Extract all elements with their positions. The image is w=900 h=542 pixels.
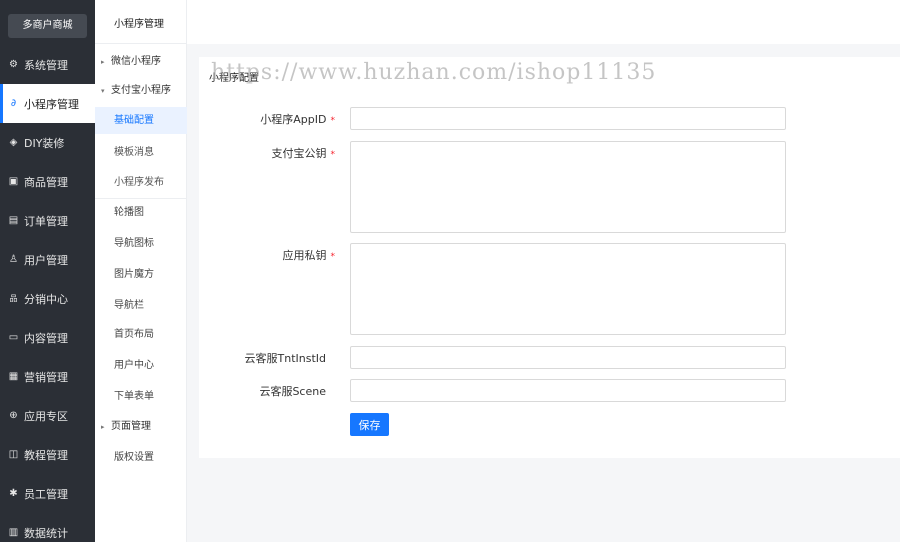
- tnt-label: 云客服TntInstId: [244, 352, 327, 365]
- user-icon: ♙: [9, 254, 18, 265]
- scene-label: 云客服Scene: [259, 385, 326, 398]
- save-button[interactable]: 保存: [350, 413, 389, 436]
- appid-input[interactable]: [350, 107, 786, 130]
- subnav-item-navbar[interactable]: 导航栏: [95, 292, 187, 319]
- appid-label: 小程序AppID *: [260, 113, 336, 126]
- book-icon: ◫: [8, 449, 19, 460]
- gear-icon: ⚙: [9, 59, 18, 70]
- caret-down-icon: ▾: [101, 87, 105, 95]
- sidebar-item-label: 应用专区: [24, 409, 68, 423]
- sidebar-item-users[interactable]: ♙ 用户管理: [0, 240, 95, 279]
- required-mark: *: [330, 252, 336, 262]
- sidebar-item-label: 教程管理: [24, 448, 68, 462]
- caret-right-icon: ▸: [101, 423, 105, 431]
- box-icon: ▣: [8, 176, 19, 187]
- subnav-item-user-center[interactable]: 用户中心: [95, 352, 187, 379]
- subnav-item-order-form[interactable]: 下单表单: [95, 383, 187, 410]
- subnav-group-pages[interactable]: ▸ 页面管理: [95, 413, 187, 440]
- subnav-item-publish[interactable]: 小程序发布: [95, 169, 187, 196]
- sidebar-item-system[interactable]: ⚙ 系统管理: [0, 45, 95, 84]
- app-privkey-textarea[interactable]: [350, 243, 786, 335]
- sidebar-item-content[interactable]: ▭ 内容管理: [0, 318, 95, 357]
- subnav-group-wechat[interactable]: ▸ 微信小程序: [95, 48, 187, 75]
- app-icon: ⊕: [9, 410, 18, 421]
- scene-input[interactable]: [350, 379, 786, 402]
- required-mark: *: [330, 116, 336, 126]
- required-mark: *: [330, 150, 336, 160]
- sidebar-item-miniprogram[interactable]: ∂ 小程序管理: [0, 84, 95, 123]
- sidebar-item-label: 内容管理: [24, 331, 68, 345]
- subnav-item-template-msg[interactable]: 模板消息: [95, 139, 187, 166]
- sidebar-item-staff[interactable]: ✱ 员工管理: [0, 474, 95, 513]
- alipay-pubkey-textarea[interactable]: [350, 141, 786, 233]
- secondary-sidebar: 小程序管理 ▸ 微信小程序 ▾ 支付宝小程序 基础配置 模板消息 小程序发布 轮播图…: [95, 0, 187, 542]
- sidebar-item-label: DIY装修: [24, 136, 65, 150]
- org-icon: 品: [9, 294, 18, 303]
- diamond-icon: ◈: [9, 137, 18, 148]
- staff-icon: ✱: [9, 488, 18, 499]
- subnav-item-banner[interactable]: 轮播图: [95, 199, 187, 226]
- sidebar-item-label: 订单管理: [24, 214, 68, 228]
- watermark: https://www.huzhan.com/ishop11135: [211, 60, 657, 85]
- tnt-input[interactable]: [350, 346, 786, 369]
- sidebar-item-marketing[interactable]: ▦ 营销管理: [0, 357, 95, 396]
- sidebar-item-label: 数据统计: [24, 526, 68, 540]
- top-header: [187, 6, 900, 44]
- caret-right-icon: ▸: [101, 58, 105, 66]
- subnav-label: 支付宝小程序: [111, 85, 171, 96]
- main-sidebar: 多商户商城 ⚙ 系统管理 ∂ 小程序管理 ◈ DIY装修 ▣ 商品管理 ▤ 订单…: [0, 0, 95, 542]
- sidebar-item-label: 商品管理: [24, 175, 68, 189]
- sidebar-item-diy[interactable]: ◈ DIY装修: [0, 123, 95, 162]
- list-icon: ▤: [8, 215, 19, 226]
- sidebar-item-label: 营销管理: [24, 370, 68, 384]
- app-privkey-label: 应用私钥 *: [282, 249, 336, 262]
- subnav-title: 小程序管理: [95, 6, 187, 44]
- sidebar-item-apps[interactable]: ⊕ 应用专区: [0, 396, 95, 435]
- sidebar-item-stats[interactable]: ▥ 数据统计: [0, 513, 95, 542]
- doc-icon: ▭: [8, 332, 19, 343]
- config-panel: 小程序配置 https://www.huzhan.com/ishop11135 …: [199, 57, 900, 458]
- brand-logo: 多商户商城: [8, 14, 87, 38]
- sidebar-item-label: 系统管理: [24, 58, 68, 72]
- alipay-pubkey-label: 支付宝公钥 *: [271, 147, 336, 160]
- sidebar-item-orders[interactable]: ▤ 订单管理: [0, 201, 95, 240]
- sidebar-item-tutorials[interactable]: ◫ 教程管理: [0, 435, 95, 474]
- link-icon: ∂: [10, 98, 17, 109]
- subnav-group-alipay[interactable]: ▾ 支付宝小程序: [95, 77, 187, 104]
- subnav-item-image-cube[interactable]: 图片魔方: [95, 261, 187, 288]
- subnav-item-basic-config[interactable]: 基础配置: [95, 107, 187, 134]
- subnav-label: 页面管理: [111, 421, 151, 432]
- subnav-item-home-layout[interactable]: 首页布局: [95, 321, 187, 348]
- sidebar-item-label: 员工管理: [24, 487, 68, 501]
- sidebar-item-label: 分销中心: [24, 292, 68, 306]
- chart-icon: ▥: [8, 527, 19, 538]
- sidebar-item-label: 用户管理: [24, 253, 68, 267]
- sidebar-item-label: 小程序管理: [24, 97, 79, 111]
- subnav-label: 微信小程序: [111, 56, 161, 67]
- subnav-item-nav-icons[interactable]: 导航图标: [95, 230, 187, 257]
- sidebar-item-goods[interactable]: ▣ 商品管理: [0, 162, 95, 201]
- coupon-icon: ▦: [8, 371, 19, 382]
- sidebar-item-distribution[interactable]: 品 分销中心: [0, 279, 95, 318]
- subnav-item-copyright[interactable]: 版权设置: [95, 444, 187, 471]
